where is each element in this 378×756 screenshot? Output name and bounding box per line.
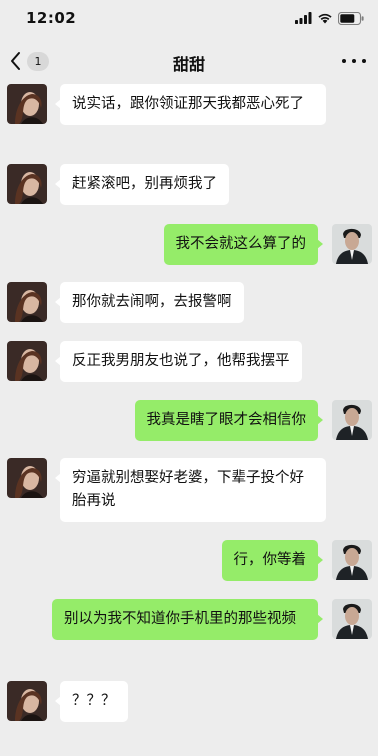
more-dot-icon bbox=[352, 59, 356, 63]
message-bubble[interactable]: ？？？ bbox=[55, 681, 128, 722]
wifi-icon bbox=[318, 13, 332, 24]
status-icons bbox=[295, 11, 364, 25]
message-bubble[interactable]: 我真是瞎了眼才会相信你 bbox=[134, 400, 323, 441]
self-avatar[interactable] bbox=[332, 224, 372, 264]
message-bubble[interactable]: 那你就去闹啊，去报警啊 bbox=[55, 282, 244, 323]
unread-count-badge[interactable]: 1 bbox=[27, 52, 49, 71]
contact-avatar[interactable] bbox=[7, 341, 47, 381]
message-bubble[interactable]: 反正我男朋友也说了，他帮我摆平 bbox=[55, 341, 302, 382]
contact-avatar[interactable] bbox=[7, 458, 47, 498]
contact-avatar[interactable] bbox=[7, 681, 47, 721]
message-list[interactable]: 说实话，跟你领证那天我都恶心死了 赶紧滚吧，别再烦我了 我不会就这么算了的 那你… bbox=[0, 84, 378, 756]
battery-icon bbox=[338, 11, 364, 25]
message-bubble[interactable]: 说实话，跟你领证那天我都恶心死了 bbox=[55, 84, 326, 125]
more-options-button[interactable] bbox=[342, 52, 366, 70]
contact-avatar[interactable] bbox=[7, 84, 47, 124]
self-avatar[interactable] bbox=[332, 540, 372, 580]
more-dot-icon bbox=[342, 59, 346, 63]
self-avatar[interactable] bbox=[332, 400, 372, 440]
cellular-signal-icon bbox=[295, 12, 312, 24]
chat-title: 甜甜 bbox=[172, 55, 205, 74]
message-bubble[interactable]: 我不会就这么算了的 bbox=[163, 224, 323, 265]
message-bubble[interactable]: 别以为我不知道你手机里的那些视频 bbox=[52, 599, 323, 640]
contact-avatar[interactable] bbox=[7, 164, 47, 204]
back-button[interactable] bbox=[8, 50, 26, 72]
contact-avatar[interactable] bbox=[7, 282, 47, 322]
more-dot-icon bbox=[362, 59, 366, 63]
message-bubble[interactable]: 赶紧滚吧，别再烦我了 bbox=[55, 164, 229, 205]
message-bubble[interactable]: 行，你等着 bbox=[221, 540, 323, 581]
chat-header: 1 甜甜 bbox=[0, 38, 378, 84]
status-time: 12:02 bbox=[26, 9, 77, 27]
status-bar: 12:02 bbox=[0, 0, 378, 38]
self-avatar[interactable] bbox=[332, 599, 372, 639]
message-bubble[interactable]: 穷逼就别想娶好老婆，下辈子投个好胎再说 bbox=[55, 458, 326, 522]
chevron-left-icon bbox=[11, 52, 20, 70]
